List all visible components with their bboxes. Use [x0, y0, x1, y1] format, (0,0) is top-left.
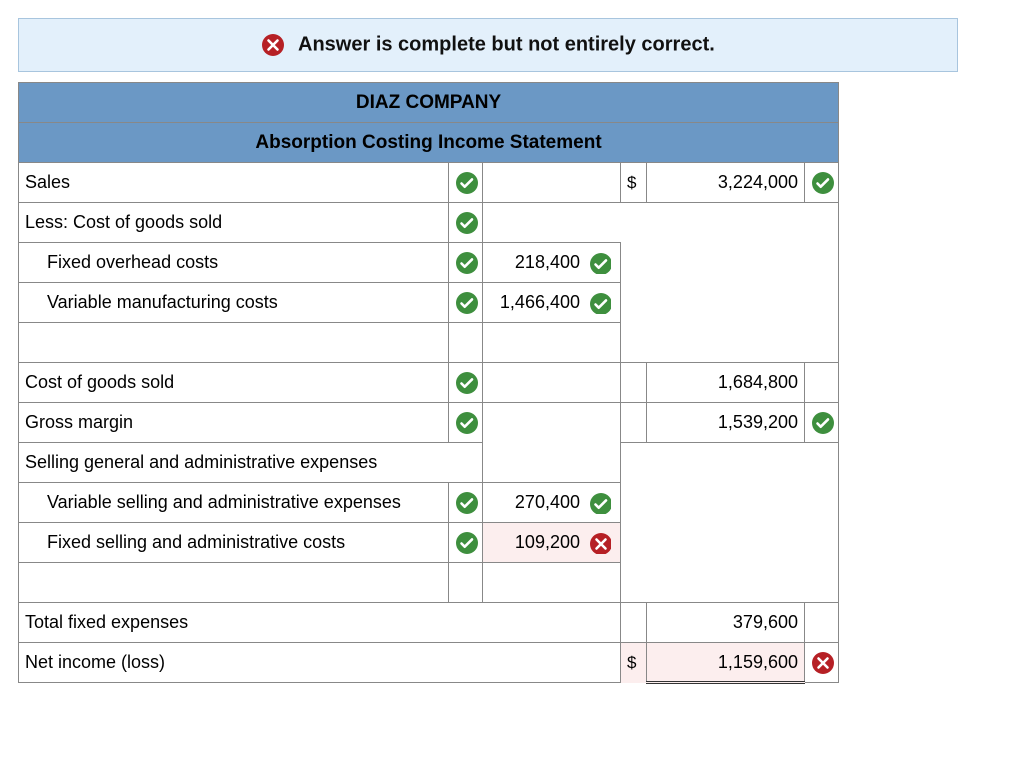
check-icon	[455, 531, 479, 555]
check-icon	[589, 252, 611, 274]
row-vsa-right	[621, 483, 839, 523]
row-foh-sub[interactable]: 218,400	[483, 243, 621, 283]
check-icon	[589, 492, 611, 514]
row-vmc-sub[interactable]: 1,466,400	[483, 283, 621, 323]
row-fsa-label[interactable]: Fixed selling and administrative costs	[19, 523, 449, 563]
row-tfe-sym	[621, 603, 647, 643]
row-ni-total[interactable]: 1,159,600	[647, 643, 805, 683]
error-icon	[589, 532, 611, 554]
row-foh-label-mark	[449, 243, 483, 283]
row-gm-sub[interactable]	[483, 403, 621, 443]
check-icon	[455, 491, 479, 515]
row-cogs-label-mark	[449, 363, 483, 403]
row-cogs-total[interactable]: 1,684,800	[647, 363, 805, 403]
error-icon	[261, 33, 285, 57]
row-ni-mark	[805, 643, 839, 683]
row-gm-total-mark	[805, 403, 839, 443]
row-fsa-sub[interactable]: 109,200	[483, 523, 621, 563]
row-tfe-label[interactable]: Total fixed expenses	[19, 603, 621, 643]
check-icon	[455, 251, 479, 275]
row-sales-label[interactable]: Sales	[19, 163, 449, 203]
company-header: DIAZ COMPANY	[19, 83, 839, 123]
row-sga-label[interactable]: Selling general and administrative expen…	[19, 443, 483, 483]
row-fsa-right	[621, 523, 839, 563]
check-icon	[455, 371, 479, 395]
row-blank2-chk	[449, 563, 483, 603]
row-foh-blank	[621, 243, 839, 283]
check-icon	[811, 171, 835, 195]
row-blank1-chk	[449, 323, 483, 363]
row-vsa-label[interactable]: Variable selling and administrative expe…	[19, 483, 449, 523]
row-sales-sym: $	[621, 163, 647, 203]
row-ni-label[interactable]: Net income (loss)	[19, 643, 621, 683]
income-statement-table: DIAZ COMPANY Absorption Costing Income S…	[18, 82, 839, 684]
row-foh-label[interactable]: Fixed overhead costs	[19, 243, 449, 283]
row-sales-sub[interactable]	[483, 163, 621, 203]
row-blank2-sub[interactable]	[483, 563, 621, 603]
row-tfe-mark	[805, 603, 839, 643]
row-sales-total[interactable]: 3,224,000	[647, 163, 805, 203]
row-gm-label[interactable]: Gross margin	[19, 403, 449, 443]
row-cogs-sub[interactable]	[483, 363, 621, 403]
statement-title: Absorption Costing Income Statement	[19, 123, 839, 163]
row-cogs-label[interactable]: Cost of goods sold	[19, 363, 449, 403]
check-icon	[455, 171, 479, 195]
row-vmc-label[interactable]: Variable manufacturing costs	[19, 283, 449, 323]
row-less-cogs-blank	[483, 203, 839, 243]
check-icon	[455, 211, 479, 235]
row-blank1-sub[interactable]	[483, 323, 621, 363]
row-ni-sym: $	[621, 643, 647, 683]
check-icon	[455, 291, 479, 315]
check-icon	[455, 411, 479, 435]
row-gm-sym	[621, 403, 647, 443]
row-less-cogs-mark	[449, 203, 483, 243]
check-icon	[811, 411, 835, 435]
row-blank2-label[interactable]	[19, 563, 449, 603]
row-fsa-label-mark	[449, 523, 483, 563]
row-less-cogs-label[interactable]: Less: Cost of goods sold	[19, 203, 449, 243]
row-vmc-blank	[621, 283, 839, 323]
row-vsa-label-mark	[449, 483, 483, 523]
row-sga-right	[621, 443, 839, 483]
row-gm-label-mark	[449, 403, 483, 443]
error-icon	[811, 651, 835, 675]
row-blank1-right	[621, 323, 839, 363]
status-banner-text: Answer is complete but not entirely corr…	[298, 33, 715, 55]
row-sales-total-mark	[805, 163, 839, 203]
row-sales-label-mark	[449, 163, 483, 203]
row-cogs-sym	[621, 363, 647, 403]
row-vmc-label-mark	[449, 283, 483, 323]
row-sga-sub	[483, 443, 621, 483]
row-blank2-right	[621, 563, 839, 603]
row-cogs-total-mark	[805, 363, 839, 403]
row-gm-total[interactable]: 1,539,200	[647, 403, 805, 443]
row-blank1-label[interactable]	[19, 323, 449, 363]
row-vsa-sub[interactable]: 270,400	[483, 483, 621, 523]
row-tfe-total[interactable]: 379,600	[647, 603, 805, 643]
status-banner: Answer is complete but not entirely corr…	[18, 18, 958, 72]
check-icon	[589, 292, 611, 314]
